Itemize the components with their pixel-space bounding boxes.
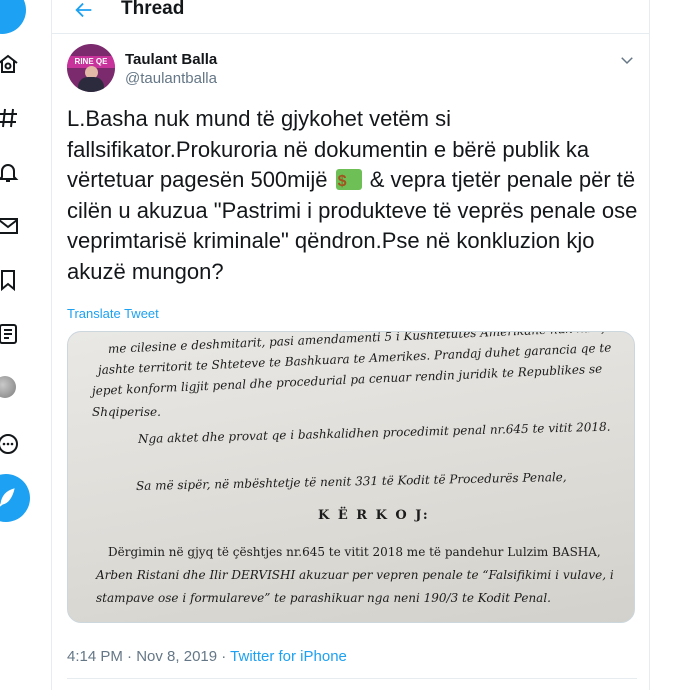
- author-avatar[interactable]: RINE QE: [67, 44, 115, 92]
- tweet-source-link[interactable]: Twitter for iPhone: [230, 648, 347, 665]
- home-icon[interactable]: [0, 50, 22, 78]
- compose-icon: [0, 488, 15, 507]
- document-line: Dërgimin në gjyq të çështjes nr.645 te v…: [108, 545, 601, 559]
- divider: [67, 678, 637, 679]
- translate-tweet-link[interactable]: Translate Tweet: [67, 306, 159, 321]
- list-icon[interactable]: [0, 320, 22, 348]
- money-emoji-icon: $: [335, 169, 362, 190]
- chevron-down-icon: [621, 57, 633, 65]
- document-line: Sa më sipër, në mbështetje të nenit 331 …: [135, 469, 567, 493]
- profile-avatar[interactable]: [0, 376, 16, 398]
- document-heading: K Ë R K O J:: [318, 508, 430, 523]
- bookmark-icon[interactable]: [0, 266, 22, 294]
- meta-separator: ·: [122, 648, 137, 665]
- document-line: Nga aktet dhe provat qe i bashkalidhen p…: [137, 419, 611, 446]
- tweet-date[interactable]: Nov 8, 2019: [136, 648, 217, 665]
- mail-icon[interactable]: [0, 212, 22, 240]
- back-arrow-icon: [75, 2, 92, 18]
- nav-rail: [0, 0, 34, 690]
- tweet-menu-button[interactable]: [617, 50, 637, 70]
- tweet-text: L.Basha nuk mund të gjykohet vetëm si fa…: [67, 104, 642, 287]
- hashtag-icon[interactable]: [0, 104, 22, 132]
- tweet-time[interactable]: 4:14 PM: [67, 648, 123, 665]
- document-line: Arben Ristani dhe Ilir DERVISHI akuzuar …: [96, 568, 614, 582]
- main-column: Thread RINE QE Taulant Balla @taulantbal…: [51, 0, 650, 690]
- meta-separator: ·: [217, 648, 231, 665]
- twitter-logo-icon[interactable]: [0, 0, 26, 34]
- document-line: Shqiperise.: [92, 405, 161, 419]
- author-name[interactable]: Taulant Balla: [125, 51, 217, 68]
- tweet-photo[interactable]: me cilesine e deshmitarit, pasi amendame…: [67, 331, 635, 623]
- tweet-metadata: 4:14 PM · Nov 8, 2019 · Twitter for iPho…: [67, 648, 347, 665]
- document-line: stampave ose i formulareve” te parashiku…: [96, 591, 551, 605]
- document-photo-content: me cilesine e deshmitarit, pasi amendame…: [68, 332, 634, 622]
- bell-icon[interactable]: [0, 158, 22, 186]
- compose-button[interactable]: [0, 474, 30, 522]
- thread-header: Thread: [52, 0, 649, 34]
- tweet-author: RINE QE Taulant Balla @taulantballa: [67, 44, 637, 94]
- author-handle[interactable]: @taulantballa: [125, 70, 217, 87]
- back-button[interactable]: [72, 0, 96, 22]
- more-icon[interactable]: [0, 430, 22, 458]
- page-title: Thread: [121, 0, 185, 19]
